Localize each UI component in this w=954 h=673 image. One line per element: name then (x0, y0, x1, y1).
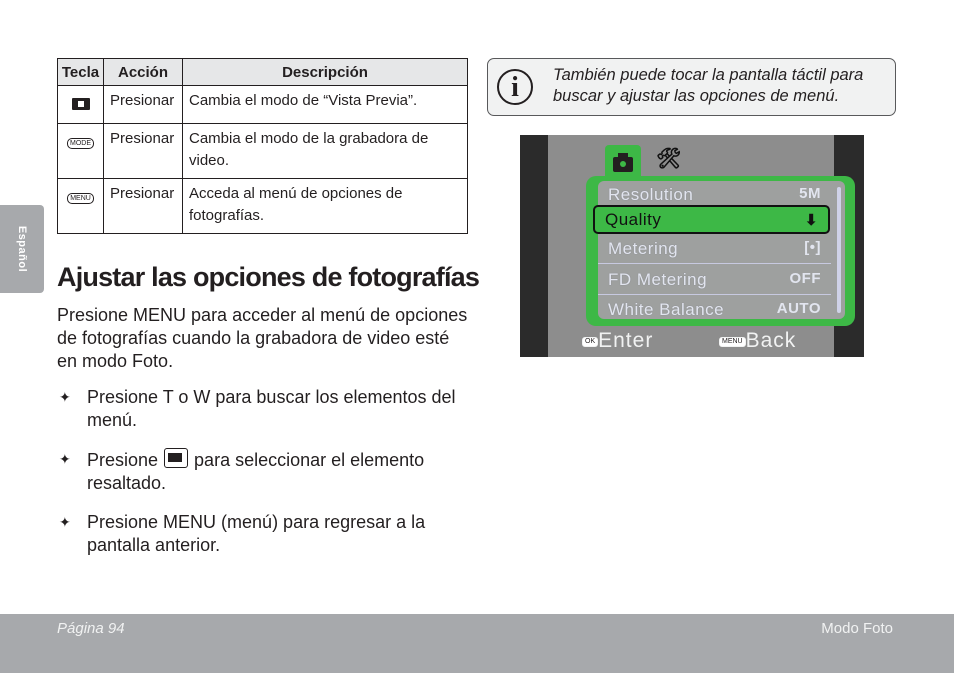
action-cell: Presionar (103, 123, 183, 179)
menu-item-value: [•] (804, 239, 821, 256)
column-header: Tecla (57, 58, 104, 86)
menu-item-value: AUTO (776, 300, 821, 317)
menu-item-white-balance[interactable]: White Balance AUTO (598, 296, 831, 324)
tools-icon[interactable]: 🛠 (656, 146, 681, 171)
section-intro: Presione MENU para acceder al menú de op… (57, 305, 468, 371)
language-tab: Español (0, 205, 44, 293)
camera-screen: 🛠 Resolution 5M Quality ⬇ Metering [•] FD M… (520, 135, 864, 357)
camera-icon (613, 153, 633, 172)
key-table: Tecla Acción Descripción Presionar Cambi… (57, 58, 468, 234)
camera-button-icon (71, 98, 90, 110)
key-cell (57, 85, 104, 124)
list-item: Presionepara seleccionar el elemento res… (57, 448, 469, 495)
menu-item-label: White Balance (608, 300, 725, 319)
menu-chip: MENU (719, 337, 746, 347)
section-title: Ajustar las opciones de fotografías (57, 262, 480, 292)
ok-chip: OK (582, 337, 599, 347)
menu-button-icon: MENU (67, 193, 94, 204)
info-icon: i (497, 69, 533, 105)
note-text: También puede tocar la pantalla táctil p… (553, 66, 864, 105)
list-item: Presione T o W para buscar los elementos… (57, 386, 469, 432)
enter-button[interactable]: OK Enter (582, 329, 653, 353)
action-cell: Presionar (103, 178, 183, 234)
mode-button-icon: MODE (67, 138, 94, 149)
menu-item-metering[interactable]: Metering [•] (598, 235, 831, 264)
page-footer: Página 94 Modo Foto (0, 614, 954, 673)
note-box: i También puede tocar la pantalla táctil… (487, 58, 896, 116)
bullet-text-before: Presione (87, 450, 159, 470)
menu-item-label: Quality (605, 210, 662, 229)
menu-list: Resolution 5M Quality ⬇ Metering [•] FD Met… (593, 181, 845, 319)
action-cell: Presionar (103, 85, 183, 124)
footer-section: Modo Foto (821, 620, 893, 637)
table-row: Presionar Cambia el modo de “Vista Previ… (57, 85, 468, 124)
list-item: Presione MENU (menú) para regresar a la … (57, 511, 469, 557)
table-header-row: Tecla Acción Descripción (57, 58, 468, 86)
screen-footer: OK Enter MENU Back (548, 329, 834, 355)
menu-item-fd-metering[interactable]: FD Metering OFF (598, 266, 831, 295)
menu-item-value: ⬇ (804, 212, 818, 229)
back-button[interactable]: MENU Back (719, 329, 796, 353)
menu-item-label: FD Metering (608, 270, 708, 289)
column-header: Descripción (182, 58, 468, 86)
menu-item-label: Metering (608, 239, 679, 258)
menu-item-label: Resolution (608, 185, 694, 204)
page-number: Página 94 (57, 620, 125, 637)
menu-panel: Resolution 5M Quality ⬇ Metering [•] FD Met… (586, 176, 855, 326)
screen-display: 🛠 Resolution 5M Quality ⬇ Metering [•] FD M… (548, 135, 855, 357)
key-cell: MENU (57, 178, 104, 234)
language-label: Español (16, 225, 28, 273)
description-cell: Cambia el modo de la grabadora de video. (182, 123, 468, 179)
table-row: MODE Presionar Cambia el modo de la grab… (57, 123, 468, 179)
description-cell: Acceda al menú de opciones de fotografía… (182, 178, 468, 234)
key-cell: MODE (57, 123, 104, 179)
description-cell: Cambia el modo de “Vista Previa”. (182, 85, 468, 124)
column-header: Acción (103, 58, 183, 86)
menu-item-value: OFF (789, 270, 821, 287)
table-row: MENU Presionar Acceda al menú de opcione… (57, 178, 468, 234)
back-label: Back (745, 329, 797, 352)
enter-label: Enter (598, 329, 654, 352)
menu-scrollbar[interactable] (837, 187, 841, 313)
instruction-list: Presione T o W para buscar los elementos… (57, 386, 469, 573)
menu-item-quality[interactable]: Quality ⬇ (593, 205, 830, 234)
camera-button-icon (164, 448, 189, 468)
menu-item-value: 5M (799, 185, 821, 202)
